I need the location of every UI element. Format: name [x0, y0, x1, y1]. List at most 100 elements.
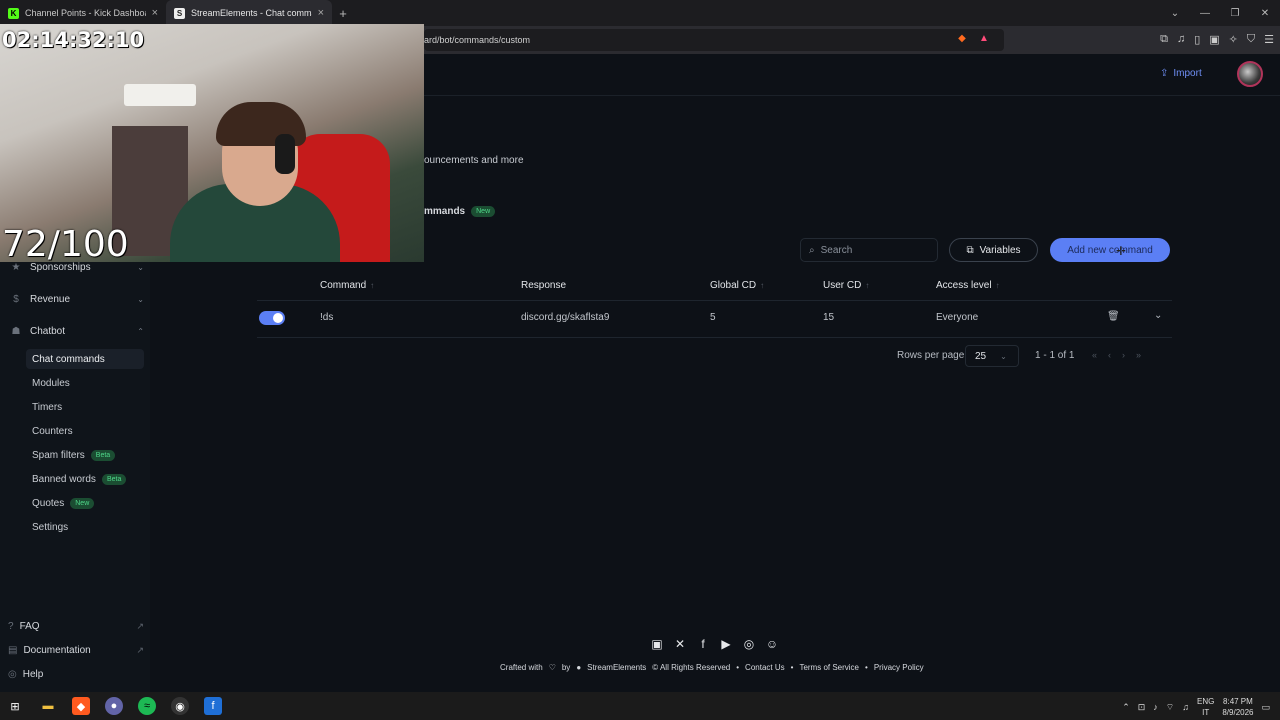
search-input[interactable]: ⌕ Search: [800, 238, 938, 262]
notifications-icon[interactable]: ▭: [1261, 702, 1270, 713]
chevron-up-icon[interactable]: ⌃: [1122, 702, 1130, 713]
app-header: [424, 54, 1280, 96]
vpn-icon[interactable]: ⛉: [1247, 33, 1255, 46]
pagination-range: 1 - 1 of 1: [1035, 350, 1075, 361]
cell-access-level: Everyone: [936, 312, 979, 323]
column-header-user-cd[interactable]: User CD ↑: [823, 280, 869, 291]
brave-browser-icon[interactable]: ◆: [72, 697, 90, 715]
dollar-icon: $: [13, 293, 19, 305]
twitch-icon[interactable]: ▣: [650, 637, 664, 651]
wallet-icon[interactable]: ▣: [1209, 33, 1219, 46]
last-page-icon[interactable]: »: [1136, 350, 1141, 360]
sidebar-item-revenue[interactable]: $ Revenue ⌄: [10, 288, 144, 310]
search-placeholder: Search: [820, 244, 853, 256]
chat-app-icon[interactable]: ●: [105, 697, 123, 715]
window-controls: ⌄ — ❐ ✕: [1160, 0, 1280, 26]
sidebar-link-faq[interactable]: ? FAQ ↗: [8, 616, 144, 636]
sidebar-item-modules[interactable]: Modules: [26, 373, 144, 393]
extensions-icon[interactable]: ⧉: [1160, 33, 1168, 46]
beta-badge: Beta: [90, 449, 116, 461]
sidebar-item-label: Chat commands: [32, 353, 105, 365]
discord-icon[interactable]: ☺: [765, 637, 779, 651]
volume-icon[interactable]: ♫: [1182, 702, 1189, 712]
sidebar-icon[interactable]: ▯: [1194, 33, 1200, 46]
rows-per-page-select[interactable]: 25 ⌄: [965, 345, 1019, 367]
column-header-command[interactable]: Command ↑: [320, 280, 374, 291]
file-explorer-icon[interactable]: ▬: [39, 697, 57, 715]
command-enabled-toggle[interactable]: [259, 311, 285, 325]
wifi-icon[interactable]: ⌔: [1166, 702, 1174, 713]
webcam-air-conditioner: [124, 84, 196, 106]
media-icon[interactable]: ♫: [1177, 33, 1185, 46]
minimize-icon[interactable]: —: [1190, 8, 1220, 19]
leo-icon[interactable]: ✧: [1229, 33, 1238, 46]
sidebar-item-chatbot[interactable]: ☗ Chatbot ⌃: [10, 320, 144, 342]
heart-icon: ♡: [548, 663, 556, 672]
first-page-icon[interactable]: «: [1092, 350, 1097, 360]
sidebar-item-quotes[interactable]: Quotes New: [26, 493, 144, 513]
language-indicator[interactable]: ENG IT: [1197, 696, 1214, 718]
tab-custom-commands[interactable]: mmands New: [424, 206, 496, 217]
sidebar-link-help[interactable]: ◎ Help: [8, 664, 144, 684]
maximize-icon[interactable]: ❐: [1220, 8, 1250, 19]
network-icon[interactable]: ⊡: [1138, 702, 1146, 713]
microphone-icon[interactable]: ♪: [1153, 702, 1158, 712]
taskbar-clock[interactable]: 8:47 PM 8/9/2026: [1222, 696, 1253, 718]
obs-icon[interactable]: ◉: [171, 697, 189, 715]
url-extensions: ◆ ▲: [955, 31, 991, 45]
brave-rewards-icon[interactable]: ▲: [977, 31, 991, 45]
variables-button[interactable]: ⧉ Variables: [949, 238, 1038, 262]
brave-shield-icon[interactable]: ◆: [955, 31, 969, 45]
external-link-icon: ↗: [136, 644, 144, 655]
sidebar-item-spam-filters[interactable]: Spam filters Beta: [26, 445, 144, 465]
youtube-icon[interactable]: ▶: [719, 637, 733, 651]
by-text: by: [561, 663, 571, 672]
sidebar-link-label: Help: [22, 668, 44, 680]
add-command-label: Add new command: [1067, 244, 1153, 256]
import-button[interactable]: ⇪ Import: [1160, 68, 1202, 79]
browser-tab-kick[interactable]: K Channel Points - Kick Dashboard ×: [0, 0, 166, 26]
trash-icon[interactable]: 🗑: [1107, 311, 1120, 322]
facebook-icon[interactable]: f: [696, 637, 710, 651]
rows-per-page-value: 25: [975, 350, 987, 362]
sidebar-item-counters[interactable]: Counters: [26, 421, 144, 441]
cell-user-cd: 15: [823, 312, 835, 323]
close-icon[interactable]: ×: [152, 7, 158, 19]
browser-tab-streamelements[interactable]: S StreamElements - Chat commands ×: [166, 0, 332, 26]
prev-page-icon[interactable]: ‹: [1108, 350, 1111, 360]
star-icon: ★: [11, 261, 21, 273]
brand-name: StreamElements: [587, 663, 647, 672]
avatar[interactable]: [1237, 61, 1263, 87]
stream-timer: 02:14:32:10: [2, 28, 145, 52]
column-header-global-cd[interactable]: Global CD ↑: [710, 280, 764, 291]
address-field[interactable]: ard/bot/commands/custom: [424, 29, 1004, 51]
chevron-down-icon[interactable]: ⌄: [1154, 310, 1162, 321]
sidebar-link-documentation[interactable]: ▤ Documentation ↗: [8, 640, 144, 660]
windows-start-icon[interactable]: ⊞: [6, 697, 24, 715]
search-icon: ⌕: [809, 244, 815, 256]
add-command-button[interactable]: Add new command: [1050, 238, 1170, 262]
privacy-link[interactable]: Privacy Policy: [874, 663, 924, 672]
close-window-icon[interactable]: ✕: [1250, 8, 1280, 19]
contact-link[interactable]: Contact Us: [745, 663, 785, 672]
new-tab-icon[interactable]: +: [332, 6, 354, 21]
sidebar-link-label: FAQ: [19, 620, 40, 632]
column-header-response: Response: [521, 280, 566, 291]
spotify-icon[interactable]: ≈: [138, 697, 156, 715]
sidebar-item-chat-commands[interactable]: Chat commands: [26, 349, 144, 369]
menu-icon[interactable]: ☰: [1264, 33, 1274, 46]
x-icon[interactable]: ✕: [673, 637, 687, 651]
chevron-down-icon[interactable]: ⌄: [1160, 8, 1190, 19]
column-header-access-level[interactable]: Access level ↑: [936, 280, 1000, 291]
browser-toolbar: ⧉ ♫ ▯ ▣ ✧ ⛉ ☰: [1160, 33, 1274, 46]
app-f-icon[interactable]: f: [204, 697, 222, 715]
lang-bottom: IT: [1202, 708, 1210, 717]
sidebar-item-settings[interactable]: Settings: [26, 517, 144, 537]
terms-link[interactable]: Terms of Service: [799, 663, 859, 672]
sidebar-item-timers[interactable]: Timers: [26, 397, 144, 417]
instagram-icon[interactable]: ◎: [742, 637, 756, 651]
close-icon[interactable]: ×: [318, 7, 324, 19]
sidebar-item-banned-words[interactable]: Banned words Beta: [26, 469, 144, 489]
tab-label: mmands: [424, 206, 466, 217]
next-page-icon[interactable]: ›: [1122, 350, 1125, 360]
